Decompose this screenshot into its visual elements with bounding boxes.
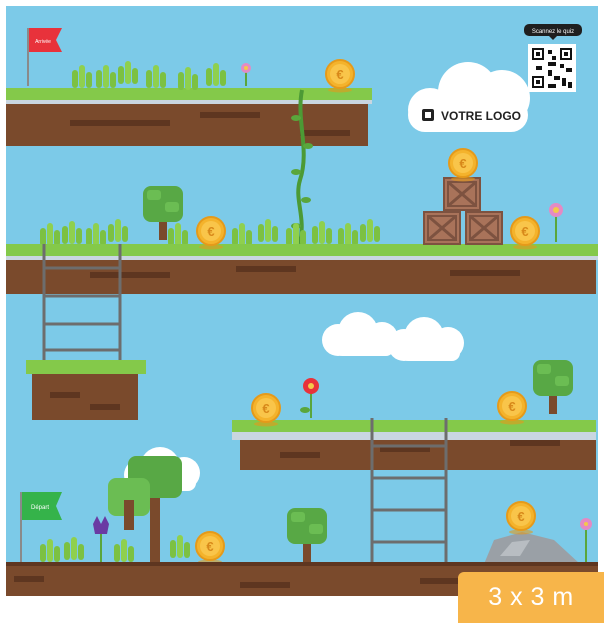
logo-mark-icon — [422, 109, 434, 121]
coin-symbol: € — [459, 156, 466, 171]
coin-symbol: € — [206, 539, 213, 554]
finish-flag-label: Arrivée — [35, 39, 51, 45]
qr-caption: Scannez le quiz — [532, 29, 574, 35]
coin-symbol: € — [336, 67, 343, 82]
coin-symbol: € — [207, 224, 214, 239]
coin-symbol: € — [517, 509, 524, 524]
coin-symbol: € — [508, 399, 515, 414]
qr-panel[interactable]: Scannez le quiz — [524, 24, 582, 92]
logo-text: VOTRE LOGO — [441, 109, 521, 123]
coin-symbol: € — [262, 401, 269, 416]
start-flag-label: Départ — [31, 505, 49, 511]
coin-symbol: € — [521, 224, 528, 239]
small-platform — [26, 360, 146, 420]
top-platform — [6, 88, 372, 146]
size-badge: 3 x 3 m — [458, 572, 604, 623]
game-scene: VOTRE LOGO Scannez le quiz Arrivée € € €… — [6, 6, 598, 596]
